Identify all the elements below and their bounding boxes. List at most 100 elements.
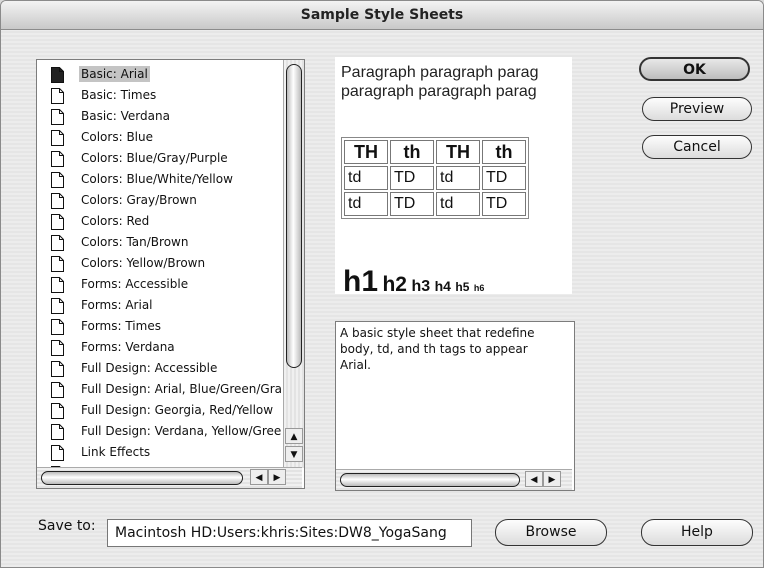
style-sheet-list-item[interactable]: Basic: Verdana: [51, 106, 282, 127]
preview-table-cell: td: [344, 166, 388, 190]
scroll-left-arrow-icon[interactable]: ◀: [250, 469, 268, 485]
style-sheet-list-item[interactable]: Forms: Times: [51, 316, 282, 337]
ok-button[interactable]: OK: [639, 57, 750, 81]
preview-headings: h1 h2 h3 h4 h5 h6: [343, 265, 484, 294]
save-to-label: Save to:: [38, 518, 96, 534]
preview-heading-h3: h3: [411, 278, 431, 294]
description-scroll-thumb[interactable]: [340, 473, 520, 487]
style-sheet-list-item[interactable]: Full Design: Accessible: [51, 358, 282, 379]
document-icon: [51, 361, 64, 377]
style-sheet-list-item[interactable]: Forms: Accessible: [51, 274, 282, 295]
document-icon: [51, 277, 64, 293]
preview-table-row: td TD td TD: [344, 192, 526, 216]
document-icon: [51, 67, 64, 83]
preview-table-cell: td: [436, 166, 480, 190]
preview-button[interactable]: Preview: [642, 97, 752, 121]
preview-heading-h4: h4: [434, 278, 451, 294]
cancel-button[interactable]: Cancel: [642, 135, 752, 159]
style-sheet-list-item[interactable]: Colors: Tan/Brown: [51, 232, 282, 253]
style-sheet-item-label: Forms: Arial: [81, 298, 153, 312]
style-sheet-list-item[interactable]: Link Effects: [51, 442, 282, 463]
vertical-scrollbar[interactable]: ▲ ▼: [283, 60, 304, 468]
style-sheet-list-item[interactable]: Basic: Times: [51, 85, 282, 106]
horizontal-scrollbar[interactable]: ◀ ▶: [37, 467, 302, 488]
preview-table-cell: td: [436, 192, 480, 216]
document-icon: [51, 256, 64, 272]
document-icon: [51, 235, 64, 251]
preview-table-cell: TD: [390, 166, 434, 190]
style-sheet-item-label: Forms: Verdana: [81, 340, 175, 354]
description-scroll-left-arrow-icon[interactable]: ◀: [525, 471, 543, 487]
description-scroll-right-arrow-icon[interactable]: ▶: [543, 471, 561, 487]
style-sheet-list-item[interactable]: Full Design: Georgia, Red/Yellow: [51, 400, 282, 421]
help-button[interactable]: Help: [641, 519, 753, 546]
document-icon: [51, 88, 64, 104]
document-icon: [51, 445, 64, 461]
title-bar[interactable]: Sample Style Sheets: [1, 1, 763, 30]
document-icon: [51, 340, 64, 356]
vertical-scroll-thumb[interactable]: [286, 64, 302, 368]
document-icon: [51, 172, 64, 188]
preview-table-row: td TD td TD: [344, 166, 526, 190]
document-icon: [51, 319, 64, 335]
preview-table-header-cell: TH: [344, 140, 388, 164]
preview-heading-h6: h6: [473, 283, 485, 293]
preview-table-cell: TD: [390, 192, 434, 216]
style-sheet-list-item[interactable]: Colors: Red: [51, 211, 282, 232]
document-icon: [51, 403, 64, 419]
description-box[interactable]: A basic style sheet that redefine body, …: [335, 321, 575, 491]
save-to-path-field[interactable]: Macintosh HD:Users:khris:Sites:DW8_YogaS…: [107, 519, 472, 547]
style-sheet-item-label: Colors: Red: [81, 214, 150, 228]
description-text: A basic style sheet that redefine body, …: [340, 326, 535, 372]
style-sheet-list-item[interactable]: Colors: Yellow/Brown: [51, 253, 282, 274]
dialog-title: Sample Style Sheets: [300, 7, 464, 23]
style-sheet-item-label: Colors: Tan/Brown: [81, 235, 189, 249]
style-sheet-item-label: Basic: Verdana: [81, 109, 170, 123]
document-icon: [51, 214, 64, 230]
scroll-down-arrow-icon[interactable]: ▼: [285, 446, 303, 462]
description-horizontal-scrollbar[interactable]: ◀ ▶: [336, 469, 572, 490]
style-sheet-item-label: Full Design: Arial, Blue/Green/Gra: [81, 382, 282, 396]
style-sheet-list-item[interactable]: Forms: Verdana: [51, 337, 282, 358]
preview-table-header-cell: TH: [436, 140, 480, 164]
style-preview-pane: Paragraph paragraph parag paragraph para…: [335, 57, 572, 294]
preview-table-header-cell: th: [390, 140, 434, 164]
style-sheet-item-label: Forms: Times: [81, 319, 161, 333]
preview-table-cell: TD: [482, 192, 526, 216]
style-sheet-list-item[interactable]: Colors: Blue/White/Yellow: [51, 169, 282, 190]
style-sheet-item-label: Colors: Yellow/Brown: [81, 256, 206, 270]
style-sheet-item-label: Link Effects: [81, 445, 151, 459]
preview-table-header-cell: th: [482, 140, 526, 164]
style-sheet-item-label: Colors: Gray/Brown: [81, 193, 197, 207]
preview-table: TH th TH th td TD td TD td TD td TD: [341, 137, 529, 219]
scroll-right-arrow-icon[interactable]: ▶: [268, 469, 286, 485]
style-sheet-list-item[interactable]: Forms: Arial: [51, 295, 282, 316]
preview-heading-h1: h1: [343, 265, 379, 294]
style-sheet-list-item[interactable]: Colors: Blue/Gray/Purple: [51, 148, 282, 169]
preview-heading-h5: h5: [455, 280, 470, 294]
style-sheet-list-item[interactable]: Full Design: Arial, Blue/Green/Gra: [51, 379, 282, 400]
document-icon: [51, 151, 64, 167]
style-sheet-list-item[interactable]: Full Design: Verdana, Yellow/Gree: [51, 421, 282, 442]
document-icon: [51, 298, 64, 314]
document-icon: [51, 109, 64, 125]
preview-heading-h2: h2: [382, 273, 407, 294]
scroll-up-arrow-icon[interactable]: ▲: [285, 428, 303, 444]
style-sheet-list-item[interactable]: Colors: Blue: [51, 127, 282, 148]
preview-table-cell: TD: [482, 166, 526, 190]
style-sheet-item-label: Colors: Blue: [81, 130, 153, 144]
document-icon: [51, 424, 64, 440]
sample-style-sheets-dialog: Sample Style Sheets Basic: Arial Basic: T…: [0, 0, 764, 568]
document-icon: [51, 193, 64, 209]
style-sheet-list-item[interactable]: Basic: Arial: [51, 64, 282, 85]
horizontal-scroll-thumb[interactable]: [41, 471, 243, 485]
document-icon: [51, 130, 64, 146]
preview-paragraph: Paragraph paragraph parag paragraph para…: [341, 64, 539, 100]
style-sheet-item-label: Basic: Arial: [79, 66, 150, 82]
style-sheet-list-items: Basic: Arial Basic: Times Basic: Verdana Co…: [37, 60, 282, 468]
style-sheet-list[interactable]: Basic: Arial Basic: Times Basic: Verdana Co…: [36, 59, 305, 489]
preview-table-header-row: TH th TH th: [344, 140, 526, 164]
style-sheet-item-label: Colors: Blue/Gray/Purple: [81, 151, 228, 165]
style-sheet-list-item[interactable]: Colors: Gray/Brown: [51, 190, 282, 211]
browse-button[interactable]: Browse: [495, 519, 607, 546]
